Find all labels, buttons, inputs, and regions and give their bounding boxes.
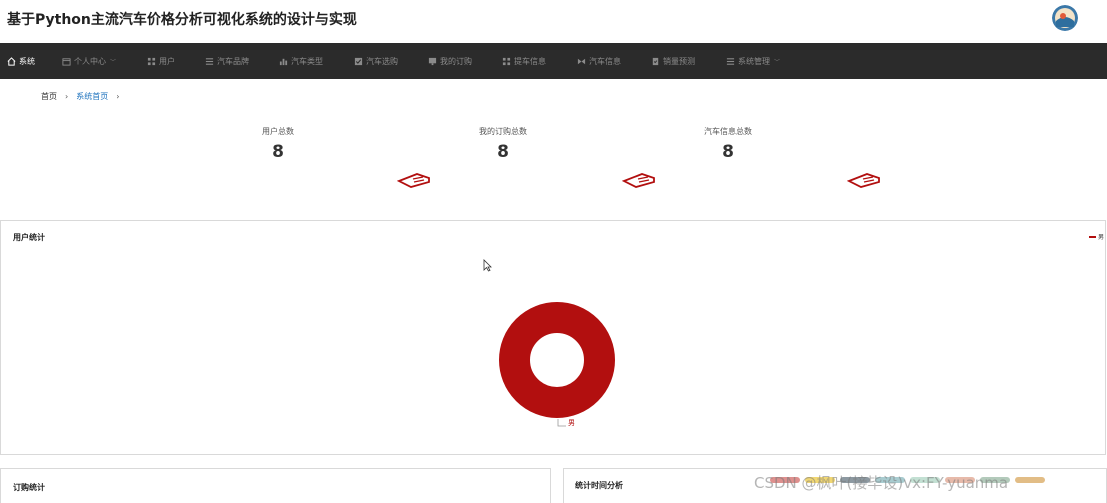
order-stats-panel: 订购统计 [0, 468, 551, 503]
main-navbar: 系统 个人中心 ﹀ 用户 汽车品牌 汽车类型 汽车选购 我的订购 提车信息 汽车… [0, 43, 1107, 79]
donut-slice-男[interactable] [499, 302, 615, 418]
chevron-right-icon: › [65, 92, 69, 101]
home-icon [7, 56, 16, 66]
legend-swatch [770, 477, 800, 483]
legend-swatch [910, 477, 940, 483]
slice-label: 男 [568, 419, 575, 427]
nav-item-sales-forecast[interactable]: 销量预测 [651, 43, 695, 79]
stat-value: 8 [497, 142, 509, 162]
nav-label: 汽车选购 [366, 56, 398, 66]
nav-label: 系统管理 [738, 56, 770, 66]
avatar-image [1052, 5, 1078, 31]
legend-swatch [840, 477, 870, 483]
nav-item-system-admin[interactable]: 系统管理 ﹀ [726, 43, 780, 79]
mouse-cursor-icon [483, 259, 492, 272]
stat-label: 用户总数 [262, 127, 294, 136]
checkbox-icon [354, 57, 363, 65]
chevron-down-icon: ﹀ [110, 58, 117, 66]
chevron-right-icon: › [116, 92, 120, 101]
nav-label: 我的订购 [440, 56, 472, 66]
list-icon [726, 57, 735, 65]
app-title: 基于Python主流汽车价格分析可视化系统的设计与实现 [7, 12, 357, 28]
breadcrumb: 首页 › 系统首页 › [41, 91, 127, 102]
stat-value: 8 [272, 142, 284, 162]
stat-card-users: 用户总数 8 [208, 126, 348, 162]
stat-card-car-info: 汽车信息总数 8 [658, 126, 798, 162]
nav-item-system[interactable]: 系统 [7, 43, 35, 79]
nav-label: 汽车品牌 [217, 56, 249, 66]
label-leader-line [557, 419, 566, 427]
panel-title: 统计时间分析 [575, 481, 623, 490]
user-stats-panel: 用户统计 男 男 [0, 220, 1106, 455]
chevron-down-icon: ﹀ [774, 58, 781, 66]
nav-label: 汽车信息 [589, 56, 621, 66]
breadcrumb-current[interactable]: 系统首页 [76, 91, 108, 102]
nav-label: 提车信息 [514, 56, 546, 66]
clipboard-icon [652, 57, 659, 65]
stat-card-orders: 我的订购总数 8 [433, 126, 573, 162]
bowtie-icon [577, 58, 586, 64]
bar-chart-icon [279, 58, 288, 65]
time-chart-legend [770, 477, 1045, 483]
panel-title: 订购统计 [13, 483, 45, 492]
legend-swatch [805, 477, 835, 483]
stat-label: 汽车信息总数 [704, 127, 752, 136]
top-bar: 基于Python主流汽车价格分析可视化系统的设计与实现 [0, 0, 1107, 43]
nav-label: 个人中心 [74, 56, 106, 66]
coupon-icon [847, 173, 880, 188]
nav-item-car-purchase[interactable]: 汽车选购 [354, 43, 398, 79]
list-icon [205, 57, 214, 65]
nav-item-car-type[interactable]: 汽车类型 [279, 43, 323, 79]
coupon-icon [622, 173, 655, 188]
time-analysis-panel: 统计时间分析 [563, 468, 1107, 503]
legend-swatch [1015, 477, 1045, 483]
nav-item-car-info[interactable]: 汽车信息 [577, 43, 621, 79]
nav-label: 汽车类型 [291, 56, 323, 66]
calendar-icon [62, 57, 71, 66]
nav-item-users[interactable]: 用户 [147, 43, 175, 79]
stat-value: 8 [722, 142, 734, 162]
nav-item-my-orders[interactable]: 我的订购 [428, 43, 472, 79]
coupon-icon [397, 173, 430, 188]
nav-label: 系统 [19, 56, 35, 66]
nav-item-pickup-info[interactable]: 提车信息 [502, 43, 546, 79]
nav-label: 用户 [159, 56, 175, 66]
breadcrumb-home-link[interactable]: 首页 [41, 91, 57, 102]
nav-item-personal-center[interactable]: 个人中心 ﹀ [62, 43, 116, 79]
nav-item-car-brand[interactable]: 汽车品牌 [205, 43, 249, 79]
nav-label: 销量预测 [663, 56, 695, 66]
grid-icon [502, 57, 511, 65]
grid-icon [147, 57, 156, 65]
stat-label: 我的订购总数 [479, 127, 527, 136]
user-donut-chart[interactable]: 男 [1, 221, 1107, 456]
legend-swatch [875, 477, 905, 483]
legend-swatch [980, 477, 1010, 483]
legend-swatch [945, 477, 975, 483]
monitor-icon [428, 57, 437, 65]
avatar[interactable] [1052, 5, 1078, 31]
